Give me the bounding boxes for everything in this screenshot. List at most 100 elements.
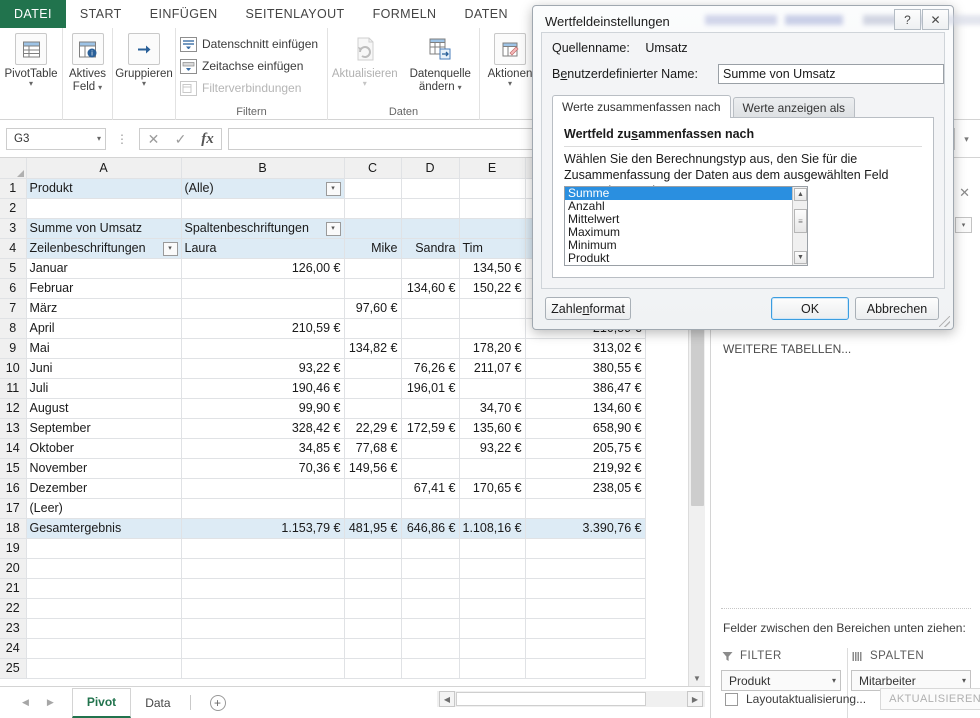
cell-a4-row-labels[interactable]: Zeilenbeschriftungen ▾ [26, 238, 182, 259]
cell-mike[interactable] [344, 278, 402, 299]
cell-month[interactable]: Mai [26, 338, 182, 359]
ribbon-tab-formeln[interactable]: FORMELN [359, 0, 451, 28]
cell-e2[interactable] [459, 198, 526, 219]
ribbon-tab-seitenlayout[interactable]: SEITENLAYOUT [232, 0, 359, 28]
cell-month[interactable]: Dezember [26, 478, 182, 499]
cell-empty[interactable] [181, 558, 345, 579]
row-header-10[interactable]: 10 [0, 358, 27, 379]
cell-laura[interactable] [181, 278, 345, 299]
row-header-5[interactable]: 5 [0, 258, 27, 279]
select-all-corner[interactable] [0, 158, 27, 179]
nav-prev-icon[interactable]: ◀ [22, 697, 29, 708]
chevron-down-icon[interactable]: ▾ [363, 80, 367, 88]
refresh-button[interactable]: Aktualisieren ▾ [328, 28, 402, 94]
cell-empty[interactable] [401, 638, 460, 659]
filter-dropdown-icon[interactable]: ▾ [162, 242, 178, 256]
cell-b1-filter-value[interactable]: (Alle) ▾ [181, 178, 345, 199]
cell-empty[interactable] [26, 598, 182, 619]
cell-empty[interactable] [525, 578, 646, 599]
cell-empty[interactable] [344, 618, 402, 639]
cell-laura[interactable] [181, 498, 345, 519]
cell-empty[interactable] [26, 618, 182, 639]
actions-button[interactable]: Aktionen ▾ [480, 28, 540, 88]
cell-empty[interactable] [459, 578, 526, 599]
cell-empty[interactable] [181, 618, 345, 639]
cell-row-total[interactable]: 386,47 € [525, 378, 646, 399]
list-item-produkt[interactable]: Produkt [565, 252, 807, 265]
horizontal-scroll-thumb[interactable] [456, 692, 646, 706]
cell-b3-column-labels[interactable]: Spaltenbeschriftungen ▾ [181, 218, 345, 239]
grid-horizontal-scrollbar[interactable]: ◀ ▶ [437, 691, 705, 707]
cell-grand-total-all[interactable]: 3.390,76 € [525, 517, 646, 539]
row-header-13[interactable]: 13 [0, 418, 27, 439]
insert-slicer-button[interactable]: Datenschnitt einfügen [176, 33, 318, 55]
cell-b2[interactable] [181, 198, 345, 219]
cell-grand-total-laura[interactable]: 1.153,79 € [181, 517, 345, 539]
cell-month[interactable]: Februar [26, 278, 182, 299]
cell-empty[interactable] [181, 598, 345, 619]
cell-tim[interactable] [459, 378, 526, 399]
cell-empty[interactable] [525, 658, 646, 679]
column-header-e[interactable]: E [459, 158, 526, 179]
chevron-down-icon[interactable]: ▾ [29, 80, 33, 88]
row-header-3[interactable]: 3 [0, 218, 27, 239]
ok-button[interactable]: OK [771, 297, 849, 320]
cell-mike[interactable] [344, 358, 402, 379]
help-icon[interactable]: ? [894, 9, 921, 30]
listbox-scrollbar[interactable]: ▲ ≡ ▼ [792, 187, 807, 265]
row-header-17[interactable]: 17 [0, 498, 27, 519]
ribbon-tab-datei[interactable]: DATEI [0, 0, 66, 28]
cell-month[interactable]: September [26, 418, 182, 439]
cell-empty[interactable] [26, 658, 182, 679]
cell-tim[interactable] [459, 298, 526, 319]
cell-empty[interactable] [344, 658, 402, 679]
cell-tim[interactable]: 134,50 € [459, 258, 526, 279]
cell-empty[interactable] [401, 578, 460, 599]
active-field-button[interactable]: i Aktives Feld ▾ [63, 28, 112, 94]
cell-empty[interactable] [459, 538, 526, 559]
cell-sandra[interactable]: 196,01 € [401, 378, 460, 399]
cell-tim[interactable]: 135,60 € [459, 418, 526, 439]
scroll-right-icon[interactable]: ▶ [687, 691, 703, 707]
cell-grand-total-mike[interactable]: 481,95 € [344, 517, 402, 539]
cell-mike[interactable] [344, 478, 402, 499]
cell-a3-pivot-title[interactable]: Summe von Umsatz [26, 218, 182, 239]
cell-sandra[interactable]: 67,41 € [401, 478, 460, 499]
row-header-22[interactable]: 22 [0, 598, 27, 619]
cell-empty[interactable] [459, 558, 526, 579]
cell-sandra[interactable] [401, 258, 460, 279]
cell-sandra[interactable] [401, 318, 460, 339]
tab-summarize-values-by[interactable]: Werte zusammenfassen nach [552, 95, 731, 118]
cell-empty[interactable] [525, 598, 646, 619]
cell-mike[interactable]: 22,29 € [344, 418, 402, 439]
cell-empty[interactable] [525, 558, 646, 579]
row-header-1[interactable]: 1 [0, 178, 27, 199]
cell-laura[interactable]: 210,59 € [181, 318, 345, 339]
cell-row-total[interactable]: 380,55 € [525, 358, 646, 379]
cell-month[interactable]: (Leer) [26, 498, 182, 519]
function-icon[interactable]: fx [194, 129, 221, 149]
close-icon[interactable]: ✕ [922, 9, 949, 30]
cell-mike[interactable] [344, 498, 402, 519]
cell-month[interactable]: Oktober [26, 438, 182, 459]
cell-row-total[interactable]: 134,60 € [525, 398, 646, 419]
row-header-8[interactable]: 8 [0, 318, 27, 339]
cell-empty[interactable] [26, 578, 182, 599]
cell-sandra[interactable] [401, 438, 460, 459]
sheet-tab-data[interactable]: Data [131, 690, 184, 716]
cell-laura[interactable] [181, 298, 345, 319]
cell-c4-mike[interactable]: Mike [344, 238, 402, 259]
cell-empty[interactable] [401, 558, 460, 579]
filter-dropdown-icon[interactable]: ▾ [325, 182, 341, 196]
cell-laura[interactable]: 328,42 € [181, 418, 345, 439]
cell-tim[interactable]: 150,22 € [459, 278, 526, 299]
accept-icon[interactable]: ✓ [167, 129, 194, 149]
cell-laura[interactable]: 126,00 € [181, 258, 345, 279]
row-header-12[interactable]: 12 [0, 398, 27, 419]
cell-empty[interactable] [525, 618, 646, 639]
cell-sandra[interactable] [401, 298, 460, 319]
cell-row-total[interactable]: 238,05 € [525, 478, 646, 499]
row-header-21[interactable]: 21 [0, 578, 27, 599]
row-header-14[interactable]: 14 [0, 438, 27, 459]
cell-row-total[interactable]: 205,75 € [525, 438, 646, 459]
